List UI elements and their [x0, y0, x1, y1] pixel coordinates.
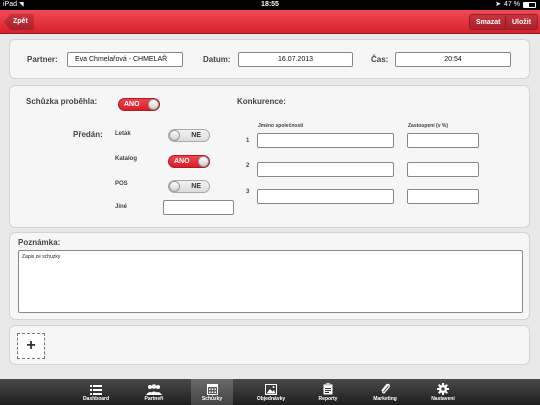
- save-button[interactable]: Uložit: [505, 14, 539, 30]
- other-field[interactable]: [163, 200, 234, 215]
- navigation-bar: Zpět Smazat Uložit: [0, 10, 540, 34]
- tab-marketing[interactable]: Marketing: [362, 379, 408, 405]
- company-name-field-1[interactable]: [257, 133, 394, 148]
- row-number: 2: [246, 163, 250, 169]
- row-number: 1: [246, 138, 250, 144]
- battery-icon: [523, 2, 536, 8]
- handed-label: Předán:: [73, 130, 103, 139]
- clipboard-icon: [307, 382, 349, 395]
- list-icon: [73, 382, 119, 395]
- tab-meetings[interactable]: Schůzky: [191, 379, 233, 405]
- tab-orders[interactable]: Objednávky: [247, 379, 295, 405]
- tab-partners[interactable]: Partneři: [131, 379, 177, 405]
- battery-percent: 47 %: [504, 1, 520, 8]
- location-icon: ➤: [495, 1, 502, 8]
- meeting-panel: Schůzka proběhla: ANO Předán: Leták NE K…: [9, 85, 530, 228]
- competition-title: Konkurence:: [237, 97, 286, 106]
- meeting-happened-label: Schůzka proběhla:: [26, 97, 98, 106]
- battery-level: [524, 3, 530, 7]
- other-label: Jiné: [115, 204, 128, 210]
- pos-label: POS: [115, 181, 128, 187]
- date-label: Datum:: [203, 55, 231, 64]
- time-field[interactable]: 20:54: [395, 52, 511, 67]
- tab-bar: Dashboard Partneři Schůzky Objednávky Re…: [0, 379, 540, 405]
- toggle-knob: [169, 130, 180, 141]
- partner-field[interactable]: Eva Chmelařová - CHMELAŘ: [67, 52, 183, 67]
- status-bar: iPad ◥ 18:55 ➤ 47 %: [0, 0, 540, 10]
- catalog-toggle[interactable]: ANO: [168, 155, 210, 168]
- company-name-header: Jméno společnosti: [258, 123, 304, 129]
- company-name-field-3[interactable]: [257, 189, 394, 204]
- tab-reports[interactable]: Reporty: [307, 379, 349, 405]
- image-icon: [247, 382, 295, 395]
- paperclip-icon: [362, 382, 408, 395]
- partner-label: Partner:: [27, 55, 58, 64]
- attachments-panel: +: [9, 325, 530, 365]
- share-field-3[interactable]: [407, 189, 479, 204]
- gear-icon: [420, 382, 466, 395]
- toggle-knob: [148, 99, 159, 110]
- tab-dashboard[interactable]: Dashboard: [73, 379, 119, 405]
- clock: 18:55: [261, 1, 279, 8]
- header-panel: Partner: Eva Chmelařová - CHMELAŘ Datum:…: [9, 39, 530, 79]
- calendar-icon: [191, 382, 233, 395]
- leaflet-toggle[interactable]: NE: [168, 129, 210, 142]
- note-label: Poznámka:: [18, 238, 61, 247]
- back-button[interactable]: Zpět: [4, 14, 34, 30]
- company-name-field-2[interactable]: [257, 162, 394, 177]
- row-number: 3: [246, 189, 250, 195]
- time-label: Čas:: [371, 55, 389, 64]
- add-button[interactable]: +: [17, 333, 45, 359]
- meeting-happened-toggle[interactable]: ANO: [118, 98, 160, 111]
- share-header: Zastoupení (v %): [408, 123, 449, 129]
- note-panel: Poznámka: Zapis ze schuzky: [9, 232, 530, 320]
- share-field-1[interactable]: [407, 133, 479, 148]
- leaflet-label: Leták: [115, 131, 131, 137]
- tab-settings[interactable]: Nastavení: [420, 379, 466, 405]
- delete-button[interactable]: Smazat: [469, 14, 508, 30]
- date-field[interactable]: 16.07.2013: [238, 52, 353, 67]
- pos-toggle[interactable]: NE: [168, 180, 210, 193]
- note-textarea[interactable]: Zapis ze schuzky: [18, 250, 523, 313]
- share-field-2[interactable]: [407, 162, 479, 177]
- people-icon: [131, 382, 177, 395]
- catalog-label: Katalog: [115, 156, 138, 162]
- toggle-knob: [169, 181, 180, 192]
- toggle-knob: [198, 156, 209, 167]
